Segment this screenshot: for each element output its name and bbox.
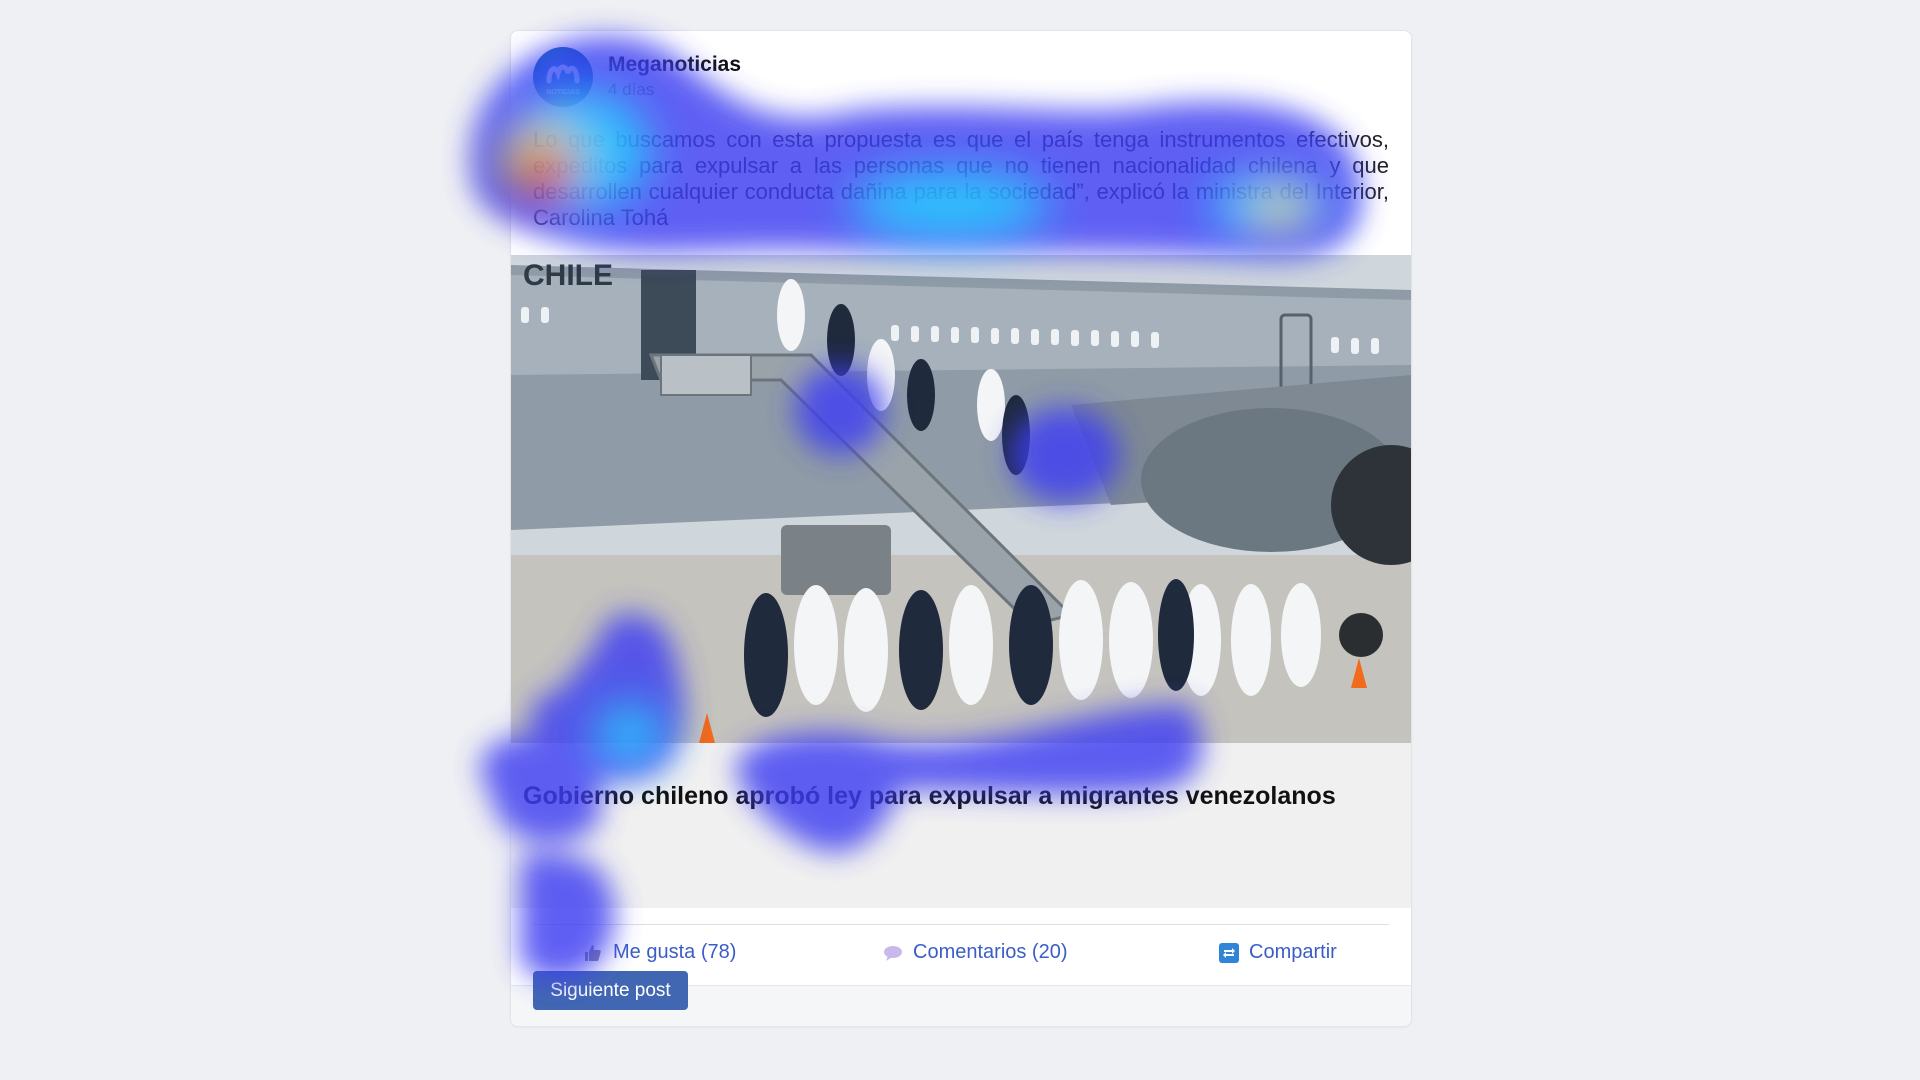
- share-button[interactable]: Compartir: [1219, 941, 1337, 964]
- aircraft-livery-text: CHILE: [523, 259, 613, 292]
- share-icon: [1219, 942, 1239, 963]
- post-photo[interactable]: CHILE: [511, 255, 1411, 743]
- share-label: Compartir: [1249, 941, 1337, 963]
- post-header: NOTICIAS Meganoticias 4 días: [533, 47, 1393, 109]
- like-button[interactable]: Me gusta (78): [583, 941, 736, 964]
- post-timestamp[interactable]: 4 días: [608, 80, 654, 100]
- avatar[interactable]: NOTICIAS: [533, 47, 593, 107]
- link-preview[interactable]: Gobierno chileno aprobó ley para expulsa…: [511, 743, 1411, 908]
- avatar-logo-text: NOTICIAS: [546, 89, 580, 96]
- airplane-boarding-illustration: CHILE: [511, 255, 1411, 743]
- speech-bubble-icon: [883, 943, 903, 963]
- page-name[interactable]: Meganoticias: [608, 53, 741, 77]
- thumbs-up-icon: [583, 943, 603, 963]
- meganoticias-logo-icon: NOTICIAS: [546, 64, 580, 96]
- comment-button[interactable]: Comentarios (20): [883, 941, 1068, 964]
- link-headline[interactable]: Gobierno chileno aprobó ley para expulsa…: [523, 781, 1363, 812]
- like-label: Me gusta (78): [613, 941, 737, 963]
- post-text: Lo que buscamos con esta propuesta es qu…: [533, 127, 1389, 230]
- comment-label: Comentarios (20): [913, 941, 1068, 963]
- post-card: NOTICIAS Meganoticias 4 días Lo que busc…: [510, 30, 1412, 1027]
- next-post-button[interactable]: Siguiente post: [533, 971, 688, 1010]
